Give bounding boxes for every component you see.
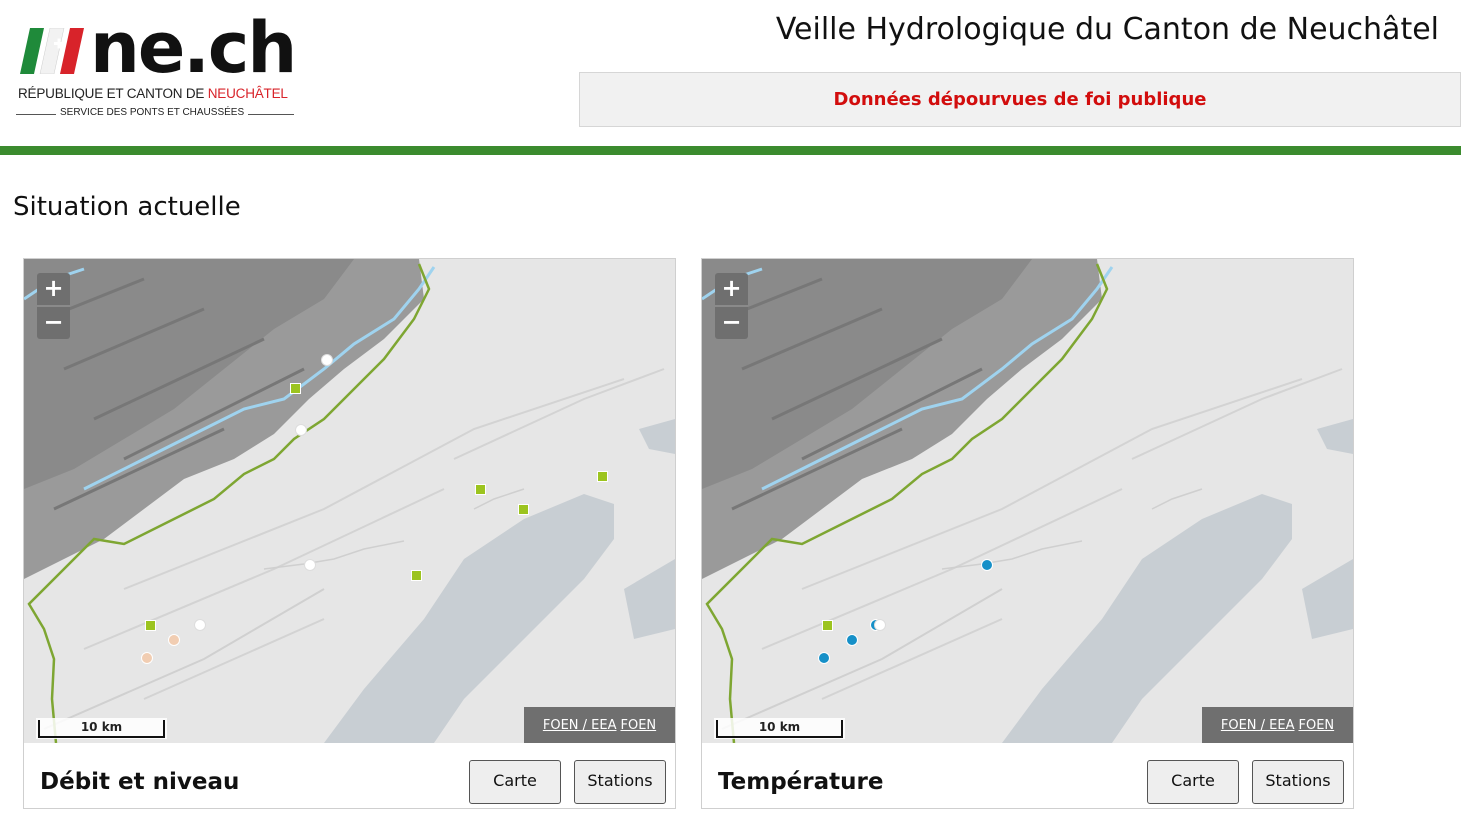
terrain-map [702, 259, 1353, 743]
map-debit-niveau[interactable]: + − 10 km FOEN / EEA FOEN [24, 259, 675, 743]
station-marker[interactable] [290, 383, 301, 394]
zoom-control: + − [715, 273, 748, 339]
station-marker[interactable] [597, 471, 608, 482]
station-marker[interactable] [145, 620, 156, 631]
scale-label: 10 km [80, 720, 123, 734]
disclaimer-banner: Données dépourvues de foi publique [579, 72, 1461, 127]
page-title: Situation actuelle [13, 192, 241, 222]
station-marker[interactable] [304, 559, 316, 571]
map-attribution: FOEN / EEA FOEN [524, 707, 675, 743]
card-title: Température [718, 769, 884, 795]
disclaimer-text: Données dépourvues de foi publique [833, 89, 1207, 110]
attribution-link-eea[interactable]: FOEN / EEA [543, 718, 617, 733]
map-temperature[interactable]: + − 10 km FOEN / EEA FOEN [702, 259, 1353, 743]
stations-button[interactable]: Stations [574, 760, 666, 804]
station-marker[interactable] [141, 652, 153, 664]
card-debit-niveau: + − 10 km FOEN / EEA FOEN Débit et nivea… [23, 258, 676, 809]
scale-bar: 10 km [36, 718, 167, 739]
header-divider [0, 146, 1461, 155]
card-footer: Débit et niveau Carte Stations [24, 743, 675, 809]
station-marker[interactable] [475, 484, 486, 495]
station-marker[interactable] [295, 424, 307, 436]
station-marker[interactable] [874, 619, 886, 631]
zoom-out-button[interactable]: − [37, 307, 70, 339]
carte-button[interactable]: Carte [1147, 760, 1239, 804]
station-marker[interactable] [822, 620, 833, 631]
scale-bar: 10 km [714, 718, 845, 739]
scale-label: 10 km [758, 720, 801, 734]
service-label: SERVICE DES PONTS ET CHAUSSÉES [56, 107, 249, 118]
zoom-in-button[interactable]: + [715, 273, 748, 305]
zoom-out-button[interactable]: − [715, 307, 748, 339]
station-marker[interactable] [321, 354, 333, 366]
station-marker[interactable] [411, 570, 422, 581]
canton-logo[interactable]: ne.ch RÉPUBLIQUE ET CANTON DE NEUCHÂTEL … [16, 7, 306, 125]
zoom-control: + − [37, 273, 70, 339]
site-title: Veille Hydrologique du Canton de Neuchât… [775, 12, 1439, 47]
card-title: Débit et niveau [40, 769, 240, 795]
station-marker[interactable] [194, 619, 206, 631]
station-marker[interactable] [846, 634, 858, 646]
station-marker[interactable] [168, 634, 180, 646]
flag-stripes-icon [20, 28, 84, 74]
zoom-in-button[interactable]: + [37, 273, 70, 305]
station-marker[interactable] [518, 504, 529, 515]
card-footer: Température Carte Stations [702, 743, 1353, 809]
station-marker[interactable] [981, 559, 993, 571]
attribution-link-foen[interactable]: FOEN [1298, 718, 1334, 733]
terrain-map [24, 259, 675, 743]
attribution-link-eea[interactable]: FOEN / EEA [1221, 718, 1295, 733]
map-attribution: FOEN / EEA FOEN [1202, 707, 1353, 743]
brand-wordmark: ne.ch [90, 7, 297, 89]
card-temperature: + − 10 km FOEN / EEA FOEN Température Ca… [701, 258, 1354, 809]
attribution-link-foen[interactable]: FOEN [620, 718, 656, 733]
carte-button[interactable]: Carte [469, 760, 561, 804]
stations-button[interactable]: Stations [1252, 760, 1344, 804]
republic-label: RÉPUBLIQUE ET CANTON DE NEUCHÂTEL [18, 86, 288, 101]
station-marker[interactable] [818, 652, 830, 664]
